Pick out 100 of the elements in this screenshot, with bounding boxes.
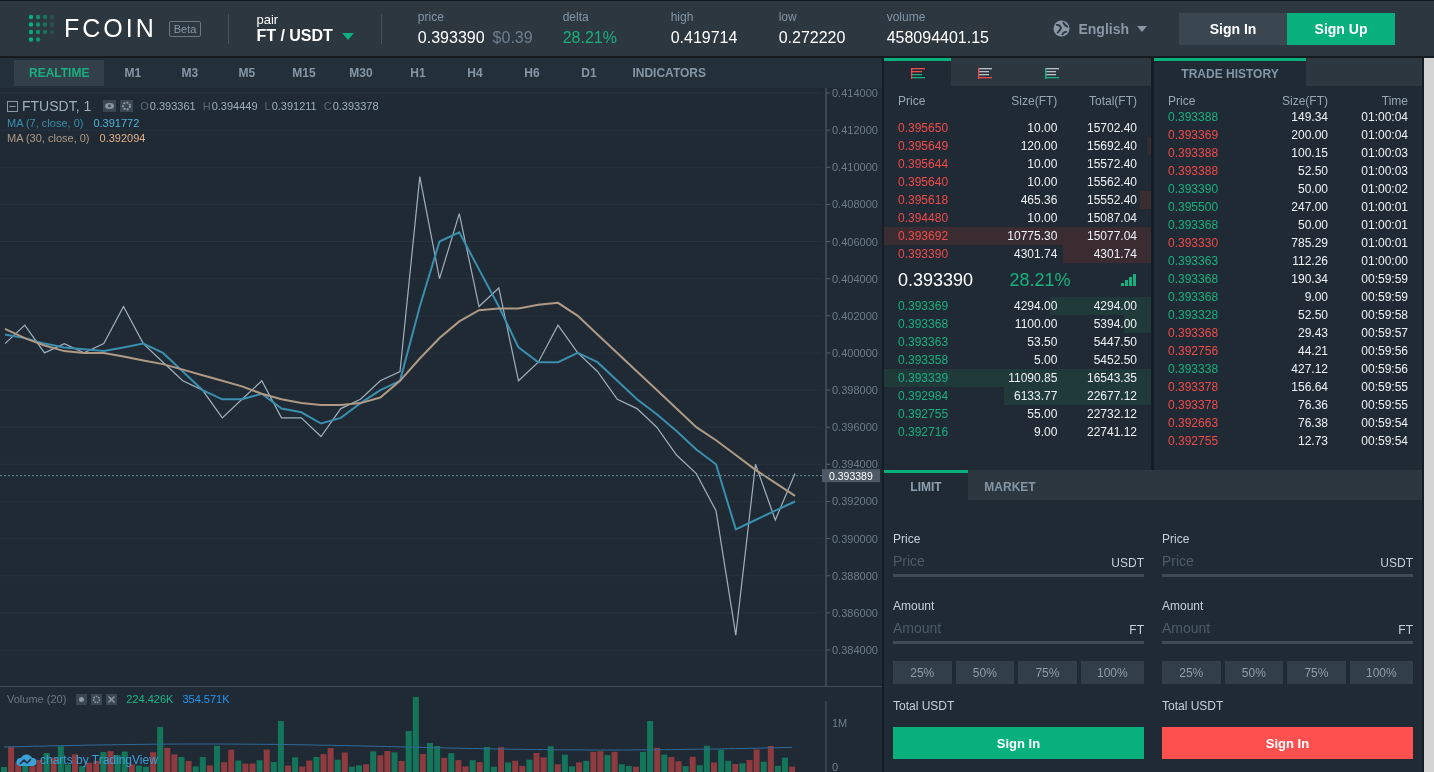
trade-time: 00:59:59 (1360, 290, 1408, 304)
order-total: 5394.00 (1092, 317, 1137, 331)
trade-size: 76.38 (1296, 416, 1328, 430)
beta-badge: Beta (168, 20, 202, 37)
volume-label: Volume (20) (7, 693, 67, 705)
interval-tab[interactable]: D1 (560, 60, 618, 86)
axis-label: 0.390000 (832, 532, 878, 545)
bid-price: 0.393368 (898, 317, 950, 331)
trade-size: 50.00 (1296, 218, 1328, 232)
trade-price: 0.393338 (1168, 362, 1220, 376)
scrollbar[interactable] (1424, 58, 1434, 772)
trade-history-tab[interactable]: TRADE HISTORY (1154, 58, 1306, 86)
close-icon[interactable] (106, 693, 118, 705)
trade-price: 0.393388 (1168, 164, 1220, 178)
stat-value: 28.21% (562, 29, 617, 47)
sign-in-button[interactable]: Sign In (1162, 727, 1413, 759)
field-label: Amount (893, 599, 936, 613)
trade-size: 149.34 (1290, 110, 1328, 124)
order-size: 6133.77 (1012, 389, 1058, 403)
order-size: 10.00 (1026, 157, 1058, 171)
trade-time: 01:00:01 (1360, 200, 1408, 214)
percentage-button[interactable]: 50% (1224, 661, 1284, 684)
trade-size: 12.73 (1296, 434, 1328, 448)
percentage-button[interactable]: 75% (1018, 661, 1077, 684)
trade-size: 247.00 (1290, 200, 1328, 214)
cloud-logo-icon (15, 753, 37, 767)
trade-size: 100.15 (1290, 146, 1328, 160)
trade-price: 0.393378 (1168, 398, 1220, 412)
axis-label: 0.402000 (832, 309, 878, 322)
interval-tab[interactable]: H1 (389, 60, 447, 86)
axis-label: 0.406000 (832, 235, 878, 248)
stat-value: 0.393390 (417, 29, 485, 47)
trade-price: 0.393390 (1168, 182, 1220, 196)
interval-tab[interactable]: INDICATORS (617, 60, 721, 86)
trade-time: 01:00:01 (1360, 236, 1408, 250)
trade-time: 00:59:54 (1360, 434, 1408, 448)
ask-price: 0.393692 (898, 229, 950, 243)
interval-tab[interactable]: REALTIME (14, 60, 105, 86)
interval-tab[interactable]: H6 (503, 60, 561, 86)
sign-up-button[interactable]: Sign Up (1287, 12, 1395, 45)
percentage-button[interactable]: 25% (893, 661, 952, 684)
trade-size: 29.43 (1296, 326, 1328, 340)
order-total: 15552.40 (1085, 193, 1137, 207)
column-header: Price (1168, 94, 1197, 108)
trade-price: 0.393368 (1168, 218, 1220, 232)
ohlc-value: H0.394449 (202, 100, 258, 112)
interval-tab[interactable]: M5 (218, 60, 276, 86)
trade-price: 0.393330 (1168, 236, 1220, 250)
volume-value: 224.426K (126, 693, 174, 705)
percentage-button[interactable]: 100% (1080, 661, 1144, 684)
order-total: 22677.12 (1085, 389, 1137, 403)
trade-size: 190.34 (1290, 272, 1328, 286)
trade-time: 01:00:04 (1360, 110, 1408, 124)
book-view-tab[interactable] (884, 58, 951, 86)
order-size: 1100.00 (1013, 317, 1058, 331)
order-size: 9.00 (1033, 425, 1058, 439)
axis-label: 0.384000 (832, 644, 878, 656)
trade-price: 0.395500 (1168, 200, 1220, 214)
ask-price: 0.394480 (898, 211, 950, 225)
price-change: 28.21% (1009, 269, 1072, 291)
order-size: 4294.00 (1012, 299, 1058, 313)
trade-time: 01:00:03 (1360, 146, 1408, 160)
eye-icon[interactable] (76, 693, 88, 705)
percentage-button[interactable]: 50% (955, 661, 1015, 684)
order-size: 4301.74 (1012, 247, 1058, 261)
settings-icon[interactable] (120, 100, 134, 112)
trade-time: 01:00:02 (1360, 182, 1408, 196)
logo-text: FCOIN (64, 14, 157, 43)
trade-size: 200.00 (1290, 128, 1328, 142)
language-selector[interactable]: English (1047, 19, 1153, 38)
trade-price: 0.393388 (1168, 110, 1220, 124)
trade-time: 00:59:56 (1360, 362, 1408, 376)
sign-in-button[interactable]: Sign In (893, 727, 1144, 759)
collapse-icon[interactable] (7, 100, 18, 112)
stat-label: low (778, 10, 798, 24)
ref-line-label: 0.393389 (829, 469, 873, 482)
interval-tab[interactable]: M1 (104, 60, 162, 86)
interval-tab[interactable]: M15 (275, 60, 333, 86)
settings-icon[interactable] (91, 693, 103, 705)
interval-tab[interactable]: M3 (161, 60, 219, 86)
interval-tab[interactable]: M30 (332, 60, 390, 86)
volume-value: 354.571K (182, 693, 230, 705)
percentage-button[interactable]: 100% (1349, 661, 1413, 684)
eye-icon[interactable] (103, 100, 117, 112)
bid-price: 0.393363 (898, 335, 950, 349)
percentage-button[interactable]: 75% (1287, 661, 1346, 684)
interval-tab[interactable]: H4 (446, 60, 504, 86)
trade-size: 112.26 (1291, 254, 1328, 268)
order-size: 10775.30 (1006, 229, 1058, 243)
percentage-button[interactable]: 25% (1162, 661, 1221, 684)
sign-in-button[interactable]: Sign In (1179, 12, 1287, 45)
stat-label: price (417, 10, 445, 24)
pair-selector[interactable]: FT / USDT (256, 27, 354, 45)
field-label: Amount (1162, 599, 1205, 613)
globe-icon (1053, 20, 1071, 37)
trade-size: 156.64 (1290, 380, 1328, 394)
order-total: 15562.40 (1085, 175, 1137, 189)
order-type-tab[interactable]: LIMIT (884, 470, 968, 500)
order-total: 22741.12 (1085, 425, 1137, 439)
order-size: 465.36 (1019, 193, 1058, 207)
